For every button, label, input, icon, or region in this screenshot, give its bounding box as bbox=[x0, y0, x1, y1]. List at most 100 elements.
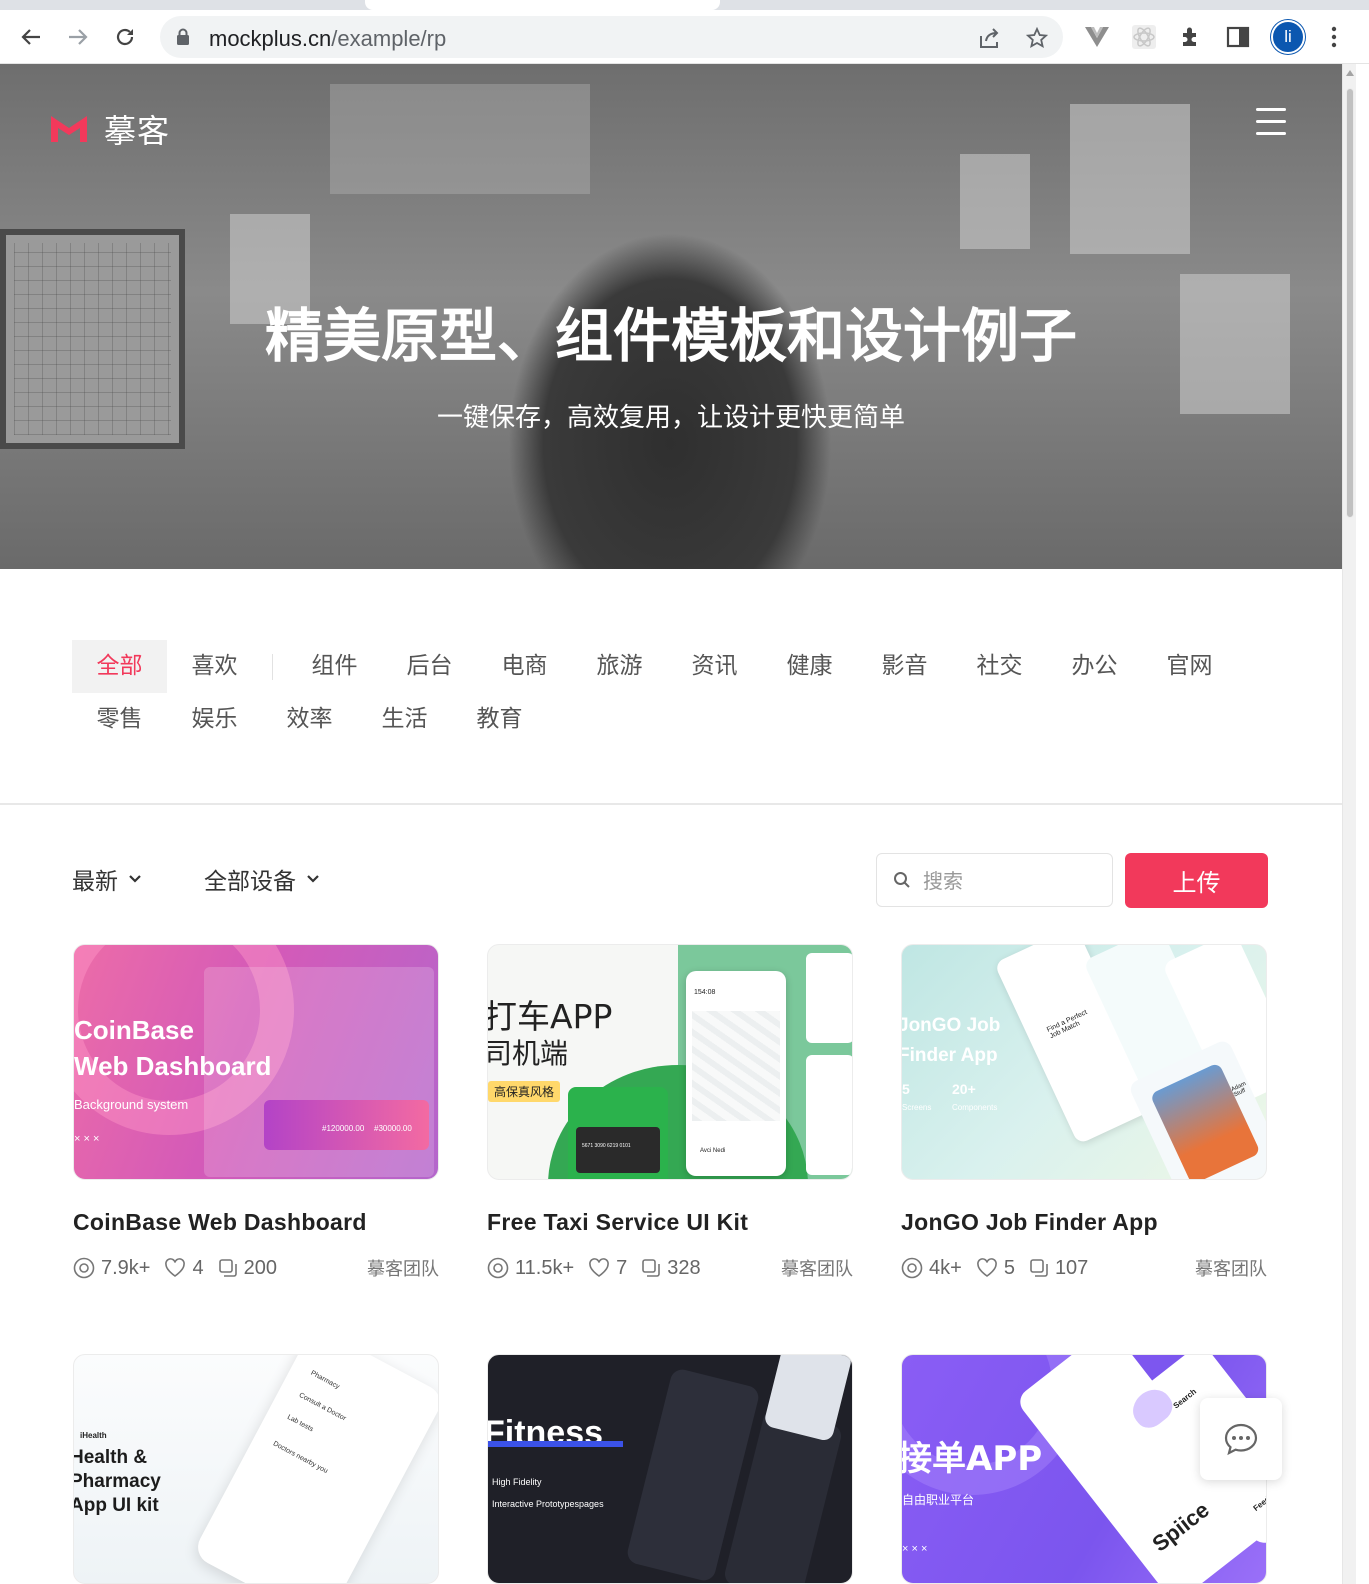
page-scrollbar[interactable] bbox=[1342, 64, 1356, 1584]
hero-subtitle: 一键保存，高效复用，让设计更快更简单 bbox=[436, 403, 905, 433]
puzzle-icon bbox=[1183, 27, 1196, 46]
reload-icon bbox=[116, 28, 134, 46]
category-item[interactable]: 电商 bbox=[477, 640, 572, 693]
card-meta: 4k+ 5 107 摹客团队 bbox=[901, 1255, 1267, 1281]
category-item[interactable]: 资讯 bbox=[667, 640, 762, 693]
card-thumbnail[interactable]: Pharmacy Consult a Doctor Lab tests Doct… bbox=[73, 1354, 439, 1584]
thumb-phone-map: 154:08 Avci Nedi bbox=[686, 971, 786, 1176]
thumb-subtitle: Interactive Prototypespages bbox=[492, 1499, 604, 1509]
card-thumbnail[interactable]: Fitness High Fidelity Interactive Protot… bbox=[487, 1354, 853, 1584]
bookmark-button[interactable] bbox=[1024, 25, 1050, 51]
category-item[interactable]: 教育 bbox=[452, 693, 547, 746]
thumb-title: 接单APP bbox=[901, 1439, 1043, 1479]
active-tab[interactable] bbox=[365, 0, 720, 10]
chat-support-button[interactable] bbox=[1200, 1398, 1282, 1480]
search-input[interactable] bbox=[923, 866, 1103, 896]
thumb-stat-label: Components bbox=[952, 1103, 998, 1112]
thumb-title: Fitness bbox=[487, 1414, 604, 1452]
url-text: mockplus.cn/example/rp bbox=[209, 26, 447, 51]
card-author[interactable]: 摹客团队 bbox=[367, 1255, 439, 1281]
extensions-button[interactable] bbox=[1177, 23, 1205, 51]
card-author[interactable]: 摹客团队 bbox=[781, 1255, 853, 1281]
scroll-up-icon[interactable] bbox=[1346, 70, 1354, 76]
category-item[interactable]: 官网 bbox=[1142, 640, 1237, 693]
thumb-title: Web Dashboard bbox=[74, 1051, 272, 1081]
eye-icon bbox=[901, 1257, 923, 1279]
thumb-underline bbox=[488, 1441, 623, 1447]
category-item[interactable]: 健康 bbox=[762, 640, 857, 693]
category-item[interactable]: 影音 bbox=[857, 640, 952, 693]
share-button[interactable] bbox=[977, 25, 1003, 51]
card-title[interactable]: JonGO Job Finder App bbox=[901, 1209, 1267, 1236]
card-meta: 7.9k+ 4 200 摹客团队 bbox=[73, 1255, 439, 1281]
card-title[interactable]: Free Taxi Service UI Kit bbox=[487, 1209, 853, 1236]
category-item[interactable]: 办公 bbox=[1047, 640, 1142, 693]
thumb-phone-small bbox=[806, 953, 852, 1043]
address-bar[interactable]: mockplus.cn/example/rp bbox=[160, 16, 1063, 58]
vue-devtools-icon bbox=[1085, 27, 1109, 47]
pages-count: 200 bbox=[218, 1257, 277, 1280]
template-card[interactable]: Pharmacy Consult a Doctor Lab tests Doct… bbox=[73, 1354, 439, 1584]
card-title[interactable]: CoinBase Web Dashboard bbox=[73, 1209, 439, 1236]
category-favorites[interactable]: 喜欢 bbox=[167, 640, 262, 693]
hero-bg-note bbox=[330, 84, 590, 194]
side-panel-button[interactable] bbox=[1224, 23, 1252, 51]
views-count: 11.5k+ bbox=[487, 1257, 574, 1280]
sort-label: 最新 bbox=[72, 869, 118, 895]
thumb-phone-small bbox=[806, 1055, 852, 1175]
template-card[interactable]: #120000.00 #30000.00 CoinBase Web Dashbo… bbox=[73, 944, 439, 1281]
logo-text: 摹客 bbox=[104, 112, 171, 150]
likes-count[interactable]: 4 bbox=[164, 1257, 204, 1280]
category-item[interactable]: 效率 bbox=[262, 693, 357, 746]
hero-banner: 摹客 精美原型、组件模板和设计例子 一键保存，高效复用，让设计更快更简单 bbox=[0, 64, 1342, 569]
search-icon bbox=[894, 872, 910, 888]
likes-count[interactable]: 5 bbox=[976, 1257, 1015, 1280]
sort-dropdown[interactable]: 最新 bbox=[72, 862, 142, 896]
device-dropdown[interactable]: 全部设备 bbox=[204, 862, 320, 896]
card-thumbnail[interactable]: Find a Perfect Job Match Adam Stuff JonG… bbox=[901, 944, 1267, 1180]
reload-button[interactable] bbox=[108, 20, 142, 54]
share-icon bbox=[980, 28, 999, 48]
back-button[interactable] bbox=[14, 20, 48, 54]
category-item[interactable]: 零售 bbox=[72, 693, 167, 746]
kebab-menu-icon bbox=[1331, 26, 1337, 48]
extension-vue-button[interactable] bbox=[1083, 23, 1111, 51]
category-item[interactable]: 娱乐 bbox=[167, 693, 262, 746]
thumb-title: 司机端 bbox=[487, 1037, 569, 1070]
profile-avatar[interactable]: li bbox=[1271, 20, 1305, 54]
template-card[interactable]: 154:08 Avci Nedi 5671 3090 6219 0101 打车A… bbox=[487, 944, 853, 1281]
pages-icon bbox=[1030, 1259, 1048, 1277]
hamburger-menu-icon[interactable] bbox=[1256, 108, 1286, 138]
card-thumbnail[interactable]: #120000.00 #30000.00 CoinBase Web Dashbo… bbox=[73, 944, 439, 1180]
pages-icon bbox=[218, 1259, 237, 1277]
browser-menu-button[interactable] bbox=[1320, 23, 1348, 51]
eye-icon bbox=[487, 1257, 509, 1279]
template-card[interactable]: Find a Perfect Job Match Adam Stuff JonG… bbox=[901, 944, 1267, 1281]
scrollbar-thumb[interactable] bbox=[1346, 88, 1354, 518]
upload-button[interactable]: 上传 bbox=[1125, 853, 1268, 908]
card-author[interactable]: 摹客团队 bbox=[1195, 1255, 1267, 1281]
arrow-left-icon bbox=[21, 29, 40, 45]
thumb-driver: Avci Nedi bbox=[700, 1148, 726, 1154]
likes-count[interactable]: 7 bbox=[588, 1257, 627, 1280]
thumb-title: Pharmacy bbox=[73, 1471, 161, 1492]
category-all[interactable]: 全部 bbox=[72, 640, 167, 693]
template-card[interactable]: Fitness High Fidelity Interactive Protot… bbox=[487, 1354, 853, 1584]
site-logo[interactable]: 摹客 bbox=[48, 106, 170, 152]
section-divider bbox=[0, 803, 1342, 805]
category-item[interactable]: 社交 bbox=[952, 640, 1047, 693]
card-thumbnail[interactable]: 154:08 Avci Nedi 5671 3090 6219 0101 打车A… bbox=[487, 944, 853, 1180]
forward-button[interactable] bbox=[61, 20, 95, 54]
arrow-right-icon bbox=[69, 29, 88, 45]
views-count: 4k+ bbox=[901, 1257, 962, 1280]
category-item[interactable]: 后台 bbox=[382, 640, 477, 693]
chevron-down-icon bbox=[307, 875, 319, 883]
category-item[interactable]: 生活 bbox=[357, 693, 452, 746]
extension-react-button[interactable] bbox=[1130, 23, 1158, 51]
search-box bbox=[876, 853, 1113, 907]
thumb-brand: iHealth bbox=[80, 1431, 107, 1440]
thumb-subtitle: High Fidelity bbox=[492, 1477, 542, 1487]
browser-toolbar: mockplus.cn/example/rp li bbox=[0, 10, 1369, 64]
category-item[interactable]: 旅游 bbox=[572, 640, 667, 693]
category-item[interactable]: 组件 bbox=[287, 640, 382, 693]
